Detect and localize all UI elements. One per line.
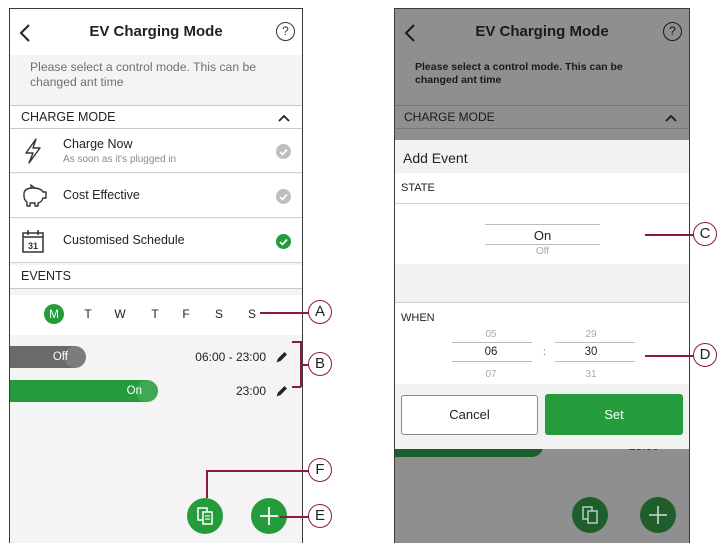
charge-mode-section-header[interactable]: CHARGE MODE xyxy=(10,105,302,129)
section-label: EVENTS xyxy=(21,269,72,283)
picker-line xyxy=(485,244,600,245)
day-wednesday[interactable]: W xyxy=(111,307,129,321)
help-button[interactable]: ? xyxy=(276,22,295,41)
lightning-icon xyxy=(25,138,41,164)
mode-option-cost-effective[interactable]: Cost Effective xyxy=(10,174,302,218)
page-title: EV Charging Mode xyxy=(89,23,223,40)
section-label: CHARGE MODE xyxy=(404,110,495,124)
picker-line xyxy=(555,361,635,362)
event-time: 06:00 - 23:00 xyxy=(195,350,266,364)
callout-e: E xyxy=(308,504,332,528)
page-title: EV Charging Mode xyxy=(475,23,609,40)
check-circle-icon xyxy=(276,189,291,204)
hour-selected[interactable]: 06 xyxy=(471,346,511,358)
app-header: EV Charging Mode ? xyxy=(10,9,302,55)
pencil-icon[interactable] xyxy=(275,350,289,364)
calendar-icon: 31 xyxy=(22,230,44,253)
pencil-icon[interactable] xyxy=(275,384,289,398)
picker-line xyxy=(452,361,532,362)
callout-leader-line xyxy=(206,470,208,498)
callout-leader-line xyxy=(260,312,309,314)
left-phone-screen: EV Charging Mode ? Please select a contr… xyxy=(9,8,303,543)
add-event-sheet: Add Event STATE On Off WHEN 05 06 07 : 2… xyxy=(395,140,689,449)
copy-icon xyxy=(197,507,213,525)
toggle-knob xyxy=(64,346,86,368)
check-circle-icon xyxy=(276,144,291,159)
toggle-knob xyxy=(136,380,158,402)
mode-label: Cost Effective xyxy=(63,188,140,202)
day-tuesday[interactable]: T xyxy=(79,307,97,321)
picker-line xyxy=(555,342,635,343)
time-separator: : xyxy=(543,347,546,358)
day-friday[interactable]: F xyxy=(177,307,195,321)
calendar-icon-text: 31 xyxy=(28,241,38,251)
event-time: 23:00 xyxy=(235,384,266,398)
hour-prev: 05 xyxy=(485,329,497,340)
chevron-up-icon[interactable] xyxy=(278,114,290,122)
event-state-toggle[interactable]: Off xyxy=(10,346,86,368)
callout-d: D xyxy=(693,343,717,367)
event-row[interactable]: Off 06:00 - 23:00 xyxy=(10,341,302,371)
help-button[interactable]: ? xyxy=(663,22,682,41)
event-state-toggle[interactable]: On xyxy=(10,380,158,402)
mode-label: Customised Schedule xyxy=(63,233,185,247)
state-selected-value: On xyxy=(533,228,552,243)
callout-leader-line xyxy=(280,516,309,518)
chevron-up-icon xyxy=(665,114,677,122)
picker-line xyxy=(452,342,532,343)
instruction-text: Please select a control mode. This can b… xyxy=(415,61,623,86)
section-label: CHARGE MODE xyxy=(21,110,116,124)
events-section-header: EVENTS xyxy=(10,265,302,289)
callout-leader-line xyxy=(206,470,309,472)
hour-next: 07 xyxy=(485,369,497,380)
piggy-bank-icon xyxy=(23,183,47,207)
mode-option-customised-schedule[interactable]: 31 Customised Schedule xyxy=(10,219,302,263)
event-row[interactable]: On 23:00 xyxy=(10,375,302,405)
mode-sublabel: As soon as it's plugged in xyxy=(63,154,177,165)
charge-mode-section-header: CHARGE MODE xyxy=(395,105,689,129)
check-circle-icon xyxy=(276,234,291,249)
mode-label: Charge Now xyxy=(63,137,133,151)
plus-icon xyxy=(649,506,667,524)
callout-leader-line xyxy=(292,386,301,388)
callout-leader-line xyxy=(645,234,694,236)
callout-a: A xyxy=(308,300,332,324)
mode-option-charge-now[interactable]: Charge Now As soon as it's plugged in xyxy=(10,129,302,173)
state-label: STATE xyxy=(395,173,689,204)
day-thursday[interactable]: T xyxy=(146,307,164,321)
day-saturday[interactable]: S xyxy=(210,307,228,321)
state-next-value: Off xyxy=(535,246,550,257)
weekday-selector: M T W T F S S xyxy=(10,295,302,335)
instruction-text: Please select a control mode. This can b… xyxy=(30,60,257,89)
set-button[interactable]: Set xyxy=(545,394,683,435)
callout-leader-line xyxy=(645,355,694,357)
copy-icon xyxy=(582,506,598,524)
picker-line xyxy=(485,224,600,225)
right-phone-screen: EV Charging Mode ? Please select a contr… xyxy=(394,8,690,543)
add-event-button xyxy=(640,497,676,533)
callout-f: F xyxy=(308,458,332,482)
time-picker[interactable]: 05 06 07 : 29 30 31 xyxy=(395,324,689,384)
sheet-title: Add Event xyxy=(403,150,468,166)
cancel-button[interactable]: Cancel xyxy=(401,395,538,435)
minute-selected[interactable]: 30 xyxy=(571,346,611,358)
copy-events-button xyxy=(572,497,608,533)
copy-events-button[interactable] xyxy=(187,498,223,534)
minute-prev: 29 xyxy=(585,329,597,340)
minute-next: 31 xyxy=(585,369,597,380)
day-monday[interactable]: M xyxy=(44,304,64,324)
day-sunday[interactable]: S xyxy=(243,307,261,321)
callout-c: C xyxy=(693,222,717,246)
callout-b: B xyxy=(308,352,332,376)
